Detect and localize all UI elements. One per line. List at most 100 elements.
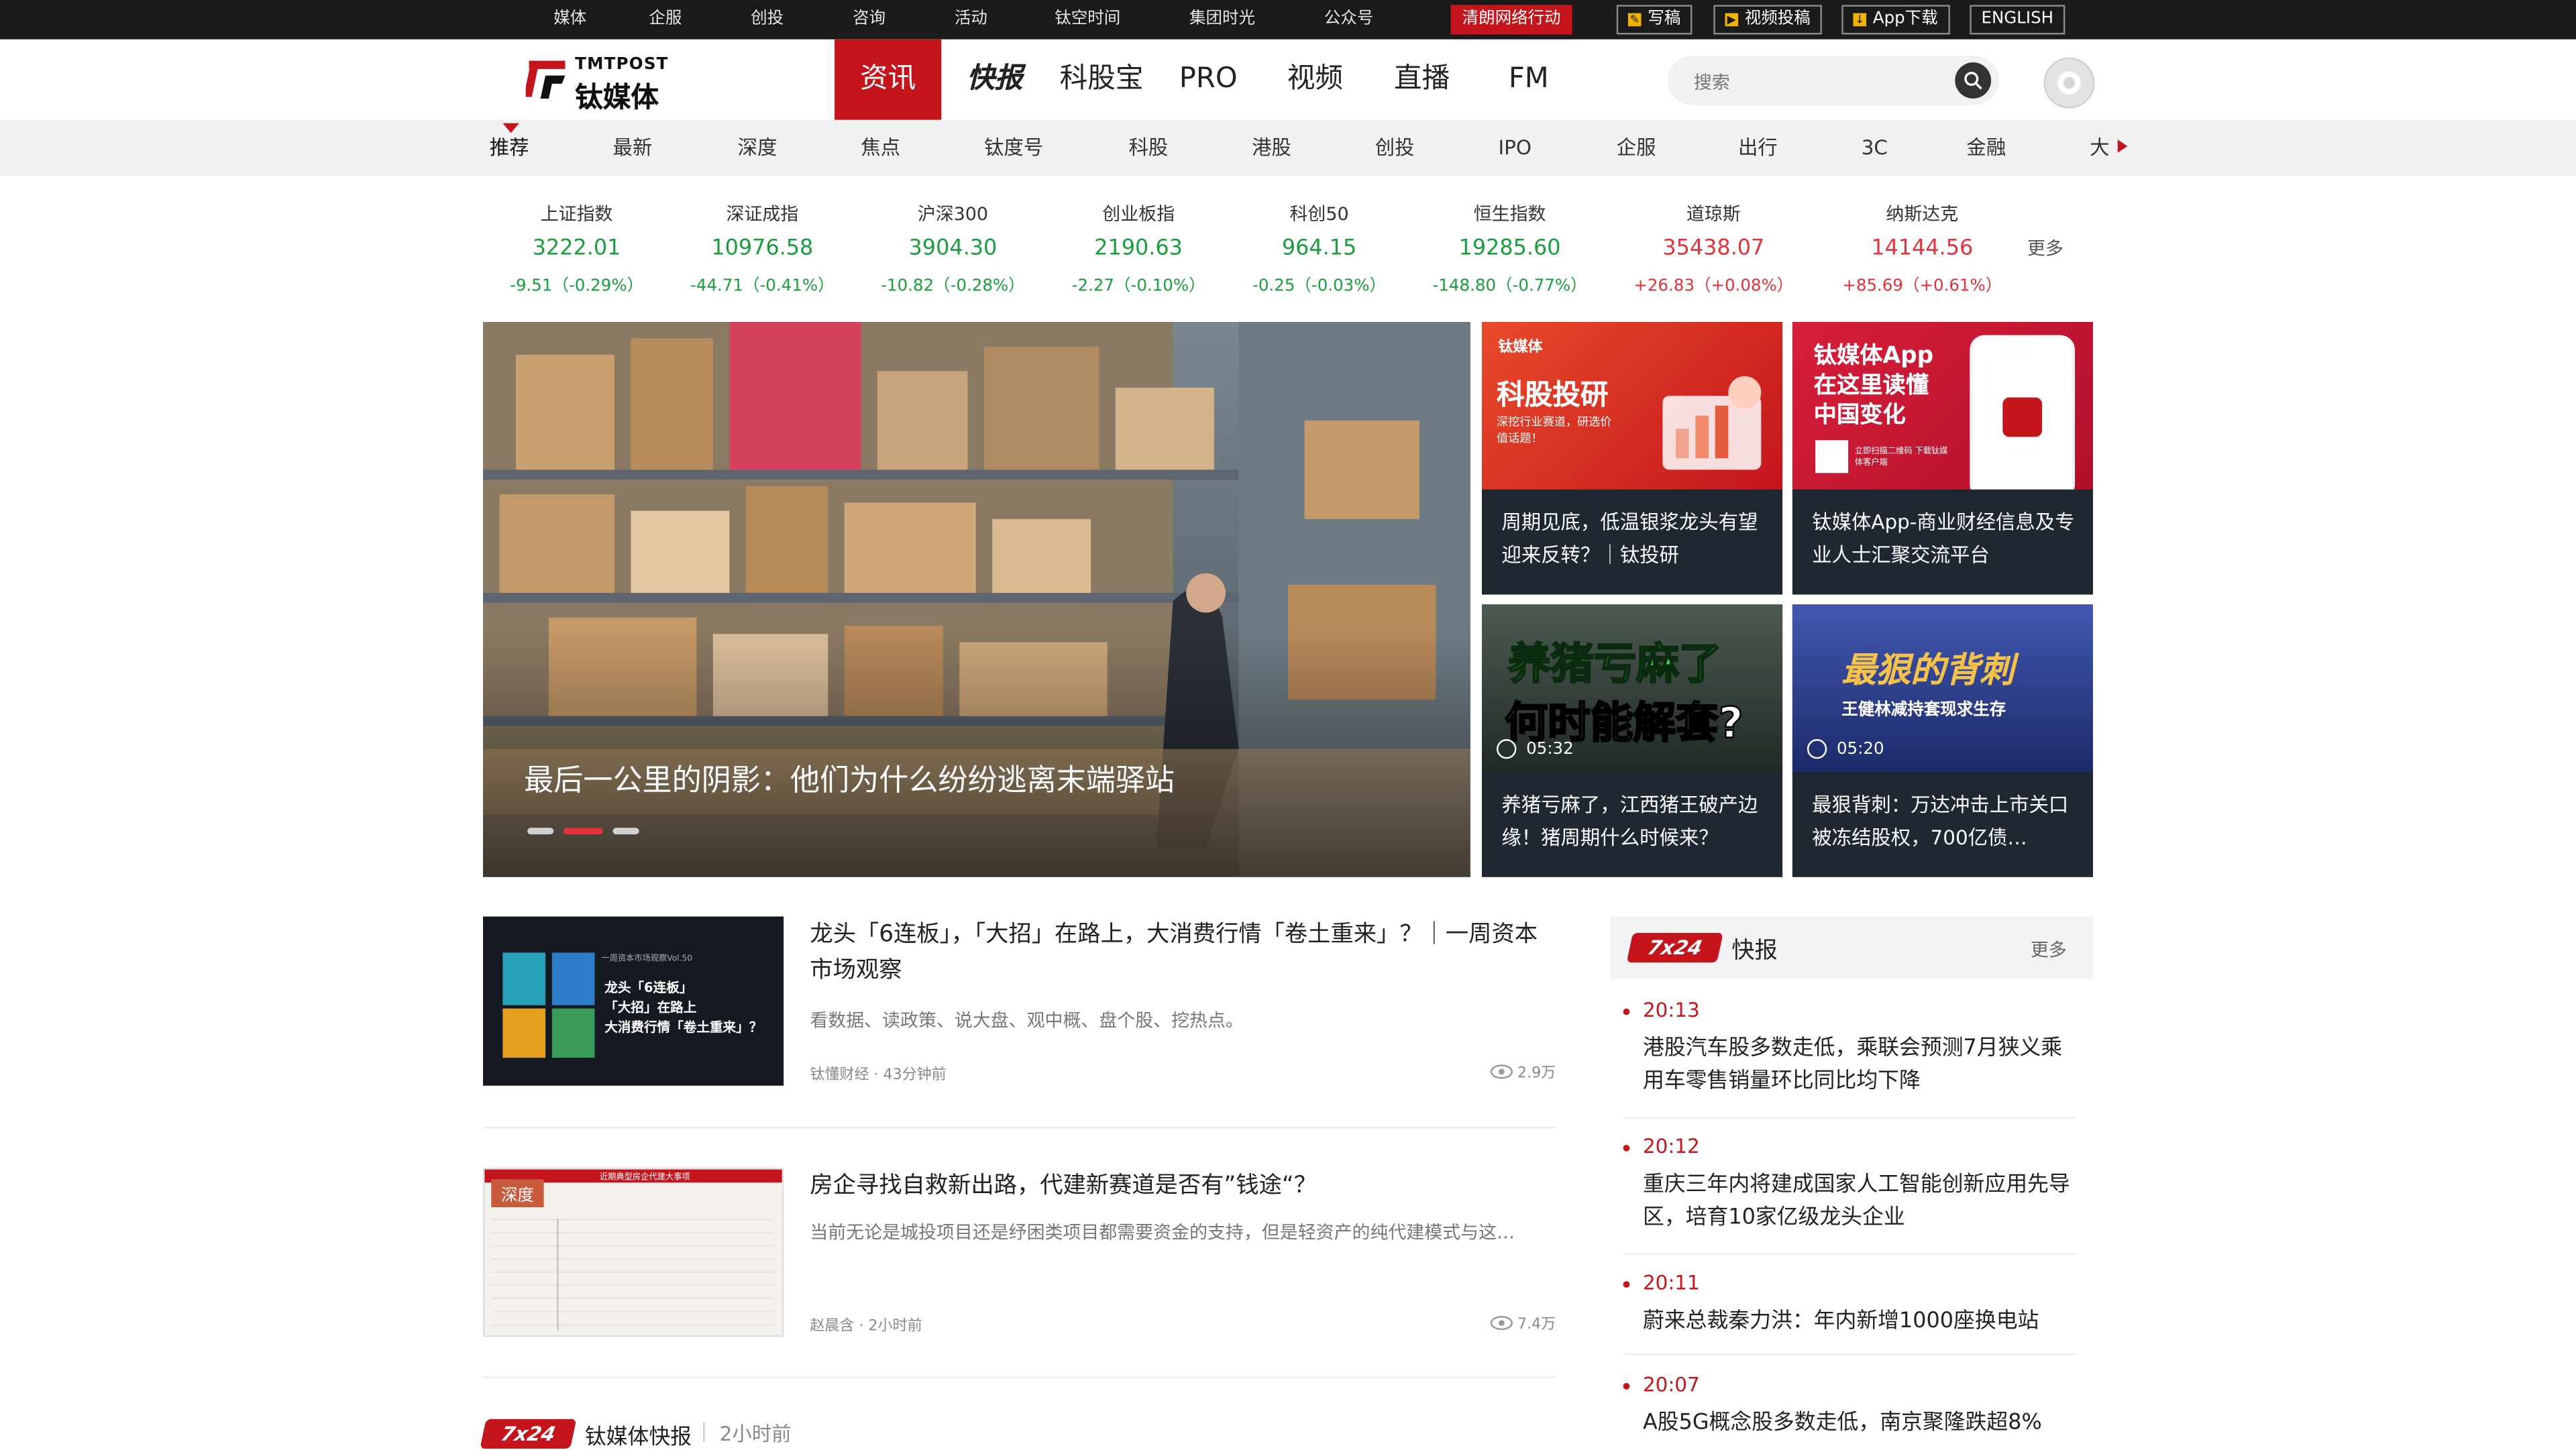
qinglang-link[interactable]: 清朗网络行动 <box>1450 5 1572 35</box>
article-desc: 看数据、读政策、说大盘、观中概、盘个股、挖热点。 <box>810 1010 1244 1031</box>
site-logo[interactable]: TMTPOST 钛媒体 <box>525 52 674 115</box>
flash-text[interactable]: 蔚来总裁秦力洪：年内新增1000座换电站 <box>1643 1306 2074 1339</box>
channel-tab[interactable]: 焦点 <box>861 120 900 176</box>
user-avatar[interactable] <box>2043 57 2095 109</box>
channel-tab[interactable]: 3C <box>1862 120 1888 176</box>
top-link[interactable]: 企服 <box>614 0 716 40</box>
article-desc: 当前无论是城投项目还是纾困类项目都需要资金的支持，但是轻资产的纯代建模式与这… <box>810 1222 1515 1243</box>
app-download-button[interactable]: ↓ App下载 <box>1841 5 1949 35</box>
carousel-dot-active[interactable] <box>564 828 603 835</box>
english-button[interactable]: ENGLISH <box>1970 5 2065 35</box>
stock-item[interactable]: 纳斯达克 14144.56 +85.69（+0.61%） <box>1832 201 2012 296</box>
stock-item[interactable]: 深证成指 10976.58 -44.71（-0.41%） <box>688 201 836 296</box>
article-title[interactable]: 龙头「6连板」，「大招」在路上，大消费行情「卷土重来」？｜一周资本市场观察 <box>810 917 1557 989</box>
flash-news-header[interactable]: 7x24 钛媒体快报 2小时前 <box>480 1416 1556 1450</box>
divider <box>483 1127 1556 1129</box>
video-card[interactable]: 养猪亏麻了 何时能解套? 05:32 养猪亏麻了，江西猪王破产边缘！猪周期什么时… <box>1481 604 1783 877</box>
flash-text[interactable]: A股5G概念股多数走低，南京聚隆跌超8% <box>1643 1408 2074 1441</box>
nav-flash[interactable]: 快报 <box>941 40 1048 120</box>
nav-news[interactable]: 资讯 <box>835 39 942 120</box>
channel-tab[interactable]: 最新 <box>612 120 652 176</box>
search-input[interactable] <box>1690 56 1944 109</box>
article-item[interactable]: 近期典型房企代建大事项 深度 房企寻找自救新出路，代建新赛道是否有”钱途“？ 当… <box>483 1168 1556 1337</box>
stock-item[interactable]: 创业板指 2190.63 -2.27（-0.10%） <box>1065 201 1212 296</box>
card-caption[interactable]: 养猪亏麻了，江西猪王破产边缘！猪周期什么时候来？ <box>1501 789 1768 854</box>
channel-tab[interactable]: 企服 <box>1617 120 1656 176</box>
nav-live[interactable]: 直播 <box>1368 40 1475 120</box>
stock-item[interactable]: 上证指数 3222.01 -9.51（-0.29%） <box>502 201 650 296</box>
write-button[interactable]: ✎ 写稿 <box>1616 5 1693 35</box>
channel-tab[interactable]: 金融 <box>1966 120 2006 176</box>
top-link[interactable]: 活动 <box>920 0 1022 40</box>
eye-icon <box>1489 1316 1513 1331</box>
download-icon: ↓ <box>1853 13 1867 27</box>
channel-tab[interactable]: 推荐 <box>490 120 529 176</box>
stock-item[interactable]: 沪深300 3904.30 -10.82（-0.28%） <box>879 201 1026 296</box>
card-caption[interactable]: 周期见底，低温银浆龙头有望迎来反转？｜钛投研 <box>1501 506 1768 571</box>
views-count: 7.4万 <box>1517 1317 1556 1334</box>
stock-value: 10976.58 <box>711 236 814 262</box>
channel-tab[interactable]: 科股 <box>1128 120 1168 176</box>
video-submit-label: 视频投稿 <box>1744 9 1811 28</box>
top-link[interactable]: 咨询 <box>818 0 920 40</box>
card-image-title: 最狠的背刺 <box>1841 650 2015 690</box>
video-icon: ▶ <box>1725 13 1739 27</box>
flash-text[interactable]: 港股汽车股多数走低，乘联会预测7月狭义乘用车零售销量环比同比均下降 <box>1643 1033 2074 1099</box>
carousel-dot[interactable] <box>527 828 554 835</box>
stock-item[interactable]: 道琼斯 35438.07 +26.83（+0.08%） <box>1623 201 1804 296</box>
views-count: 2.9万 <box>1517 1066 1556 1082</box>
article-item[interactable]: 一周资本市场观察Vol.50 龙头「6连板」 「大招」在路上 大消费行情「卷土重… <box>483 916 1557 1086</box>
scroll-right-arrow-icon[interactable] <box>2117 140 2128 153</box>
top-link[interactable]: 钛空时间 <box>1022 0 1153 40</box>
feature-card[interactable]: 钛媒体 科股投研 深挖行业赛道，研选价值话题！ 周期见底，低温银浆龙头有望迎来反… <box>1481 322 1783 595</box>
channel-tab[interactable]: 深度 <box>738 120 777 176</box>
logo-text-en: TMTPOST <box>575 56 669 74</box>
stock-value: 35438.07 <box>1662 236 1765 262</box>
stock-value: 3222.01 <box>532 236 621 262</box>
stock-value: 19285.60 <box>1458 236 1561 262</box>
article-thumbnail[interactable]: 一周资本市场观察Vol.50 龙头「6连板」 「大招」在路上 大消费行情「卷土重… <box>483 916 784 1086</box>
video-submit-button[interactable]: ▶ 视频投稿 <box>1713 5 1822 35</box>
channel-tab[interactable]: 出行 <box>1738 120 1778 176</box>
stock-change: -2.27（-0.10%） <box>1071 277 1205 296</box>
top-link[interactable]: 公众号 <box>1291 0 1406 40</box>
top-link[interactable]: 集团时光 <box>1153 0 1291 40</box>
nav-video[interactable]: 视频 <box>1262 40 1368 120</box>
card-image-sub: 王健林减持套现求生存 <box>1841 701 2006 720</box>
logo-text-cn: 钛媒体 <box>575 82 659 115</box>
flash-more-link[interactable]: 更多 <box>2031 936 2067 962</box>
video-card[interactable]: 最狠的背刺 王健林减持套现求生存 05:20 最狠背刺：万达冲击上市关口被冻结股… <box>1792 604 2094 877</box>
top-link[interactable]: 媒体 <box>526 0 614 40</box>
card-caption[interactable]: 最狠背刺：万达冲击上市关口被冻结股权，700亿债… <box>1812 789 2078 854</box>
hero-banner[interactable]: 最后一公里的阴影：他们为什么纷纷逃离末端驿站 <box>483 322 1470 877</box>
carousel-dot[interactable] <box>612 828 639 835</box>
stock-value: 2190.63 <box>1094 236 1183 262</box>
channel-tab[interactable]: 创投 <box>1375 120 1415 176</box>
channel-tab[interactable]: 港股 <box>1252 120 1291 176</box>
channel-tab[interactable]: 钛度号 <box>984 120 1043 176</box>
article-views: 7.4万 <box>1489 1313 1556 1334</box>
nav-pro[interactable]: PRO <box>1155 40 1262 120</box>
channel-tab[interactable]: 大 <box>2090 120 2109 176</box>
nav-fm[interactable]: FM <box>1475 40 1582 120</box>
flash-text[interactable]: 重庆三年内将建成国家人工智能创新应用先导区，培育10家亿级龙头企业 <box>1643 1170 2074 1235</box>
channel-tab[interactable]: IPO <box>1498 120 1532 176</box>
divider <box>1623 1253 2077 1256</box>
user-icon <box>2057 71 2081 95</box>
search-button[interactable] <box>1955 62 1992 99</box>
divider <box>483 1376 1556 1378</box>
article-thumbnail[interactable]: 近期典型房企代建大事项 深度 <box>483 1168 784 1337</box>
7x24-badge: 7x24 <box>1626 933 1723 963</box>
phone-graphic-icon <box>1970 335 2076 490</box>
nav-kegubao[interactable]: 科股宝 <box>1048 40 1155 120</box>
hero-title[interactable]: 最后一公里的阴影：他们为什么纷纷逃离末端驿站 <box>524 757 1175 800</box>
card-image-title: 钛媒体App 在这里读懂 中国变化 <box>1813 343 1934 429</box>
card-caption[interactable]: 钛媒体App-商业财经信息及专业人士汇聚交流平台 <box>1812 506 2078 571</box>
stock-item[interactable]: 科创50 964.15 -0.25（-0.03%） <box>1245 201 1393 296</box>
feature-card[interactable]: 钛媒体App 在这里读懂 中国变化 立即扫描二维码 下载钛媒体客户端 钛媒体Ap… <box>1792 322 2094 595</box>
stock-item[interactable]: 恒生指数 19285.60 -148.80（-0.77%） <box>1419 201 1600 296</box>
thumb-text: 龙头「6连板」 「大招」在路上 大消费行情「卷土重来」？ <box>604 981 763 1035</box>
article-title[interactable]: 房企寻找自救新出路，代建新赛道是否有”钱途“？ <box>810 1168 1557 1204</box>
stocks-more-link[interactable]: 更多 <box>2027 235 2063 261</box>
top-link[interactable]: 创投 <box>716 0 818 40</box>
